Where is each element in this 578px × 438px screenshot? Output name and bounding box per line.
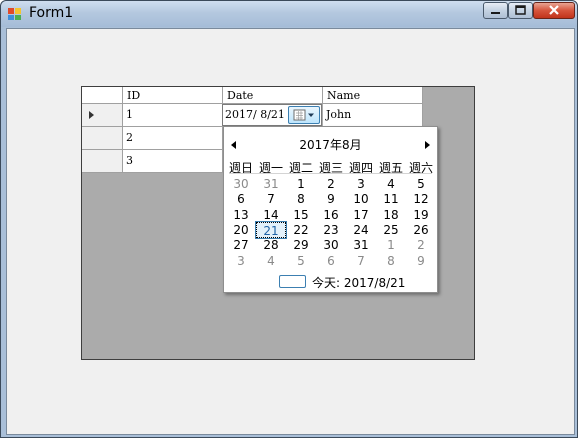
calendar-day[interactable]: 11 [376, 191, 406, 207]
maximize-button[interactable] [508, 2, 533, 19]
calendar-day[interactable]: 27 [226, 237, 256, 253]
calendar-day[interactable]: 8 [286, 191, 316, 207]
calendar-day[interactable]: 2 [316, 176, 346, 192]
calendar-day[interactable]: 17 [346, 207, 376, 223]
calendar-day[interactable]: 30 [226, 176, 256, 192]
calendar-day[interactable]: 1 [376, 237, 406, 253]
calendar-day[interactable]: 7 [256, 191, 286, 207]
calendar-day[interactable]: 20 [226, 222, 256, 238]
calendar-day[interactable]: 12 [406, 191, 436, 207]
calendar-day[interactable]: 28 [256, 237, 286, 253]
calendar-day[interactable]: 31 [346, 237, 376, 253]
calendar-day-selected[interactable]: 21 [255, 220, 287, 239]
date-picker-value: 2017/ 8/21 [225, 108, 285, 121]
calendar-day[interactable]: 13 [226, 207, 256, 223]
cell-id-row-3[interactable]: 3 [123, 150, 223, 173]
calendar-day[interactable]: 25 [376, 222, 406, 238]
calendar-icon [293, 109, 314, 121]
cell-name-row-1[interactable]: John [323, 104, 423, 127]
calendar-day[interactable]: 9 [316, 191, 346, 207]
calendar-day[interactable]: 8 [376, 253, 406, 269]
title-bar[interactable]: Form1 [1, 1, 577, 27]
calendar-day[interactable]: 7 [346, 253, 376, 269]
column-header-date[interactable]: Date [223, 87, 323, 104]
close-button[interactable] [533, 2, 575, 19]
maximize-icon [515, 5, 526, 15]
calendar-day[interactable]: 4 [256, 253, 286, 269]
today-indicator-icon[interactable] [279, 275, 306, 288]
weekday-divider [229, 173, 432, 174]
today-link[interactable]: 今天: 2017/8/21 [312, 274, 405, 291]
calendar-day[interactable]: 1 [286, 176, 316, 192]
calendar-day[interactable]: 19 [406, 207, 436, 223]
top-left-header-cell[interactable] [82, 87, 123, 104]
calendar-day[interactable]: 5 [286, 253, 316, 269]
column-header-name[interactable]: Name [323, 87, 423, 104]
calendar-day[interactable]: 3 [226, 253, 256, 269]
close-icon [549, 5, 559, 15]
calendar-day[interactable]: 6 [226, 191, 256, 207]
calendar-day[interactable]: 3 [346, 176, 376, 192]
date-picker-dropdown-button[interactable] [288, 106, 320, 124]
calendar-day[interactable]: 22 [286, 222, 316, 238]
calendar-day[interactable]: 6 [316, 253, 346, 269]
calendar-day[interactable]: 31 [256, 176, 286, 192]
cell-id-row-1[interactable]: 1 [123, 104, 223, 127]
cell-id-row-2[interactable]: 2 [123, 127, 223, 150]
minimize-icon [491, 12, 500, 14]
calendar-day[interactable]: 24 [346, 222, 376, 238]
calendar-day[interactable]: 5 [406, 176, 436, 192]
app-icon [8, 8, 21, 20]
calendar-day[interactable]: 14 [256, 207, 286, 223]
row-header-2[interactable] [82, 127, 123, 150]
calendar-day[interactable]: 30 [316, 237, 346, 253]
minimize-button[interactable] [483, 2, 508, 19]
row-header-1[interactable] [82, 104, 123, 127]
column-header-id[interactable]: ID [123, 87, 223, 104]
row-header-3[interactable] [82, 150, 123, 173]
calendar-day[interactable]: 18 [376, 207, 406, 223]
date-picker-input[interactable]: 2017/ 8/21 [222, 104, 322, 126]
calendar-day[interactable]: 2 [406, 237, 436, 253]
calendar-day[interactable]: 9 [406, 253, 436, 269]
calendar-day[interactable]: 16 [316, 207, 346, 223]
calendar-day[interactable]: 4 [376, 176, 406, 192]
calendar-day[interactable]: 26 [406, 222, 436, 238]
calendar-day[interactable]: 29 [286, 237, 316, 253]
calendar-month-title[interactable]: 2017年8月 [224, 136, 437, 153]
current-row-arrow-icon [89, 111, 94, 119]
month-calendar-dropdown[interactable]: 2017年8月 週日 週一 週二 週三 週四 週五 週六 30 31 1 2 3 4 5 6 7 8 9 10 11… [223, 126, 438, 293]
calendar-day[interactable]: 10 [346, 191, 376, 207]
window-title: Form1 [29, 5, 74, 21]
calendar-day[interactable]: 15 [286, 207, 316, 223]
next-month-icon[interactable] [425, 141, 430, 149]
calendar-day[interactable]: 23 [316, 222, 346, 238]
